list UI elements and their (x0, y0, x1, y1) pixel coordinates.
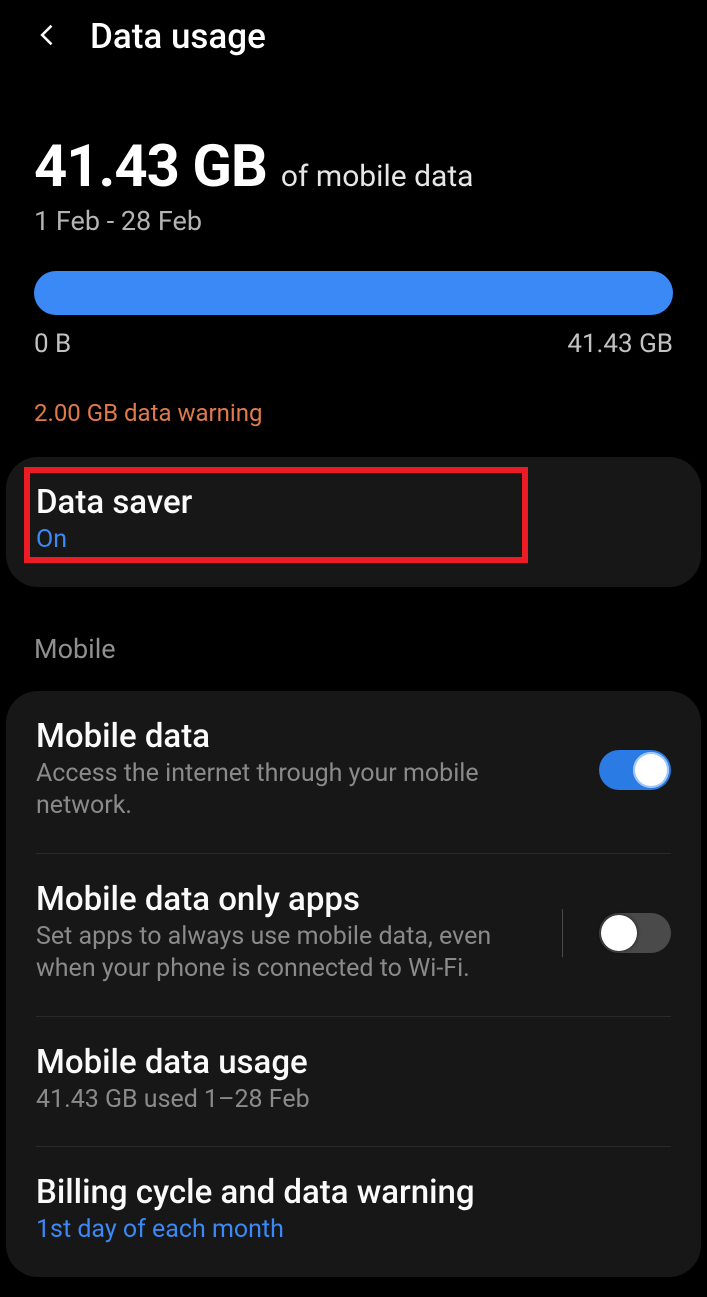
data-saver-item[interactable]: Data saver On (6, 457, 701, 587)
mobile-data-only-apps-item[interactable]: Mobile data only apps Set apps to always… (6, 854, 701, 1016)
usage-amount: 41.43 GB (34, 133, 267, 201)
vertical-divider (562, 909, 563, 957)
mobile-data-usage-item[interactable]: Mobile data usage 41.43 GB used 1–28 Feb (6, 1017, 701, 1147)
mobile-data-only-apps-toggle[interactable] (599, 913, 671, 953)
mobile-data-usage-title: Mobile data usage (36, 1043, 671, 1082)
billing-cycle-title: Billing cycle and data warning (36, 1173, 671, 1212)
usage-bar-max: 41.43 GB (567, 329, 673, 359)
data-warning-text: 2.00 GB data warning (34, 399, 673, 427)
section-label-mobile: Mobile (0, 587, 707, 671)
usage-bar-min: 0 B (34, 329, 71, 359)
page-title: Data usage (90, 16, 266, 57)
usage-period: 1 Feb - 28 Feb (34, 205, 673, 237)
usage-progress-bar[interactable] (34, 271, 673, 315)
billing-cycle-desc: 1st day of each month (36, 1214, 671, 1247)
billing-cycle-item[interactable]: Billing cycle and data warning 1st day o… (6, 1147, 701, 1277)
mobile-data-title: Mobile data (36, 717, 579, 756)
mobile-data-toggle[interactable] (599, 750, 671, 790)
mobile-data-desc: Access the internet through your mobile … (36, 758, 579, 823)
mobile-data-only-apps-title: Mobile data only apps (36, 880, 542, 919)
toggle-knob (601, 915, 637, 951)
usage-summary: 41.43 GB of mobile data 1 Feb - 28 Feb 0… (0, 73, 707, 437)
mobile-section-card: Mobile data Access the internet through … (6, 691, 701, 1277)
toggle-knob (633, 752, 669, 788)
usage-bar-container: 0 B 41.43 GB (34, 271, 673, 359)
back-icon[interactable] (34, 21, 62, 53)
mobile-data-usage-desc: 41.43 GB used 1–28 Feb (36, 1084, 671, 1117)
mobile-data-item[interactable]: Mobile data Access the internet through … (6, 691, 701, 853)
mobile-data-only-apps-desc: Set apps to always use mobile data, even… (36, 921, 542, 986)
app-header: Data usage (0, 0, 707, 73)
data-saver-status: On (36, 524, 671, 557)
data-saver-title: Data saver (36, 483, 671, 522)
usage-suffix: of mobile data (281, 159, 474, 194)
